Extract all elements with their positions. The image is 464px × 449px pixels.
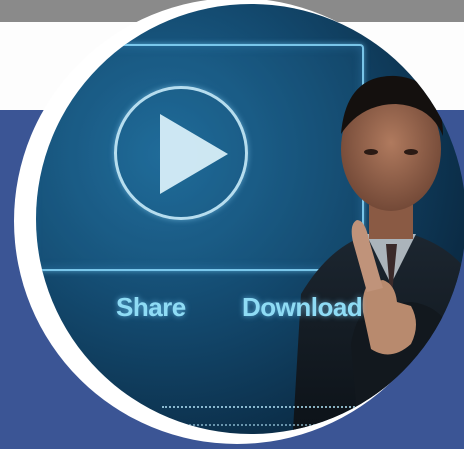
dotted-line-2 <box>150 424 370 426</box>
dotted-line-1 <box>162 406 402 408</box>
download-button[interactable]: Download <box>242 292 363 323</box>
photo-frame: e Share Download <box>14 0 464 444</box>
play-icon <box>160 114 228 194</box>
businessman-figure <box>292 75 464 434</box>
hologram-photo: e Share Download <box>36 4 464 434</box>
share-button[interactable]: Share <box>116 292 186 323</box>
